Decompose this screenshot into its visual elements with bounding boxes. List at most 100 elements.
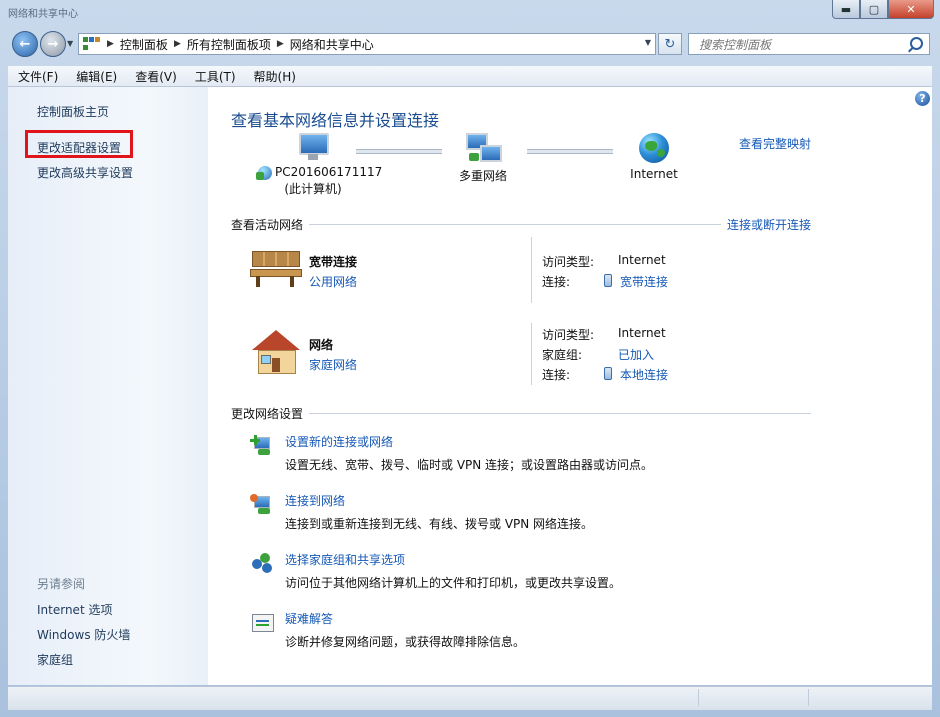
homegroup-label: 家庭组: bbox=[542, 348, 583, 362]
task-homegroup: 选择家庭组和共享选项 访问位于其他网络计算机上的文件和打印机，或更改共享设置。 bbox=[250, 551, 810, 591]
menu-edit[interactable]: 编辑(E) bbox=[66, 68, 125, 85]
divider bbox=[309, 413, 811, 414]
map-connector-line bbox=[527, 149, 613, 154]
active-networks-header: 查看活动网络 连接或断开连接 bbox=[231, 216, 811, 233]
recent-pages-dropdown-icon[interactable]: ▼ bbox=[67, 39, 73, 48]
menu-view[interactable]: 查看(V) bbox=[125, 68, 185, 85]
chevron-right-icon[interactable]: ▶ bbox=[277, 39, 284, 49]
see-also-windows-firewall[interactable]: Windows 防火墙 bbox=[37, 626, 130, 643]
help-icon[interactable]: ? bbox=[915, 91, 930, 106]
task-new-connection-link[interactable]: 设置新的连接或网络 bbox=[285, 433, 393, 450]
breadcrumb-network-center[interactable]: 网络和共享中心 bbox=[290, 36, 374, 53]
refresh-button[interactable]: ↻ bbox=[658, 33, 682, 55]
connection-label: 连接: bbox=[542, 275, 571, 289]
window-title: 网络和共享中心 bbox=[8, 9, 78, 20]
task-connect-network-link[interactable]: 连接到网络 bbox=[285, 492, 345, 509]
network-map-multiple-networks[interactable]: 多重网络 bbox=[443, 133, 523, 184]
bench-icon bbox=[250, 249, 302, 289]
divider bbox=[698, 689, 699, 706]
control-panel-icon bbox=[83, 37, 101, 51]
task-connect-network: 连接到网络 连接到或重新连接到无线、有线、拨号或 VPN 网络连接。 bbox=[250, 492, 810, 532]
network-type-public-link[interactable]: 公用网络 bbox=[309, 273, 357, 290]
connection-icon bbox=[604, 274, 612, 287]
network-map-internet[interactable]: Internet bbox=[614, 133, 694, 181]
menu-help[interactable]: 帮助(H) bbox=[244, 68, 304, 85]
network-map-computer[interactable]: PC201606171117 (此计算机) bbox=[256, 133, 382, 197]
chevron-right-icon[interactable]: ▶ bbox=[174, 39, 181, 49]
broadband-connection-link[interactable]: 宽带连接 bbox=[604, 273, 668, 290]
see-also-internet-options[interactable]: Internet 选项 bbox=[37, 601, 112, 618]
divider bbox=[531, 237, 532, 303]
house-icon bbox=[252, 330, 300, 374]
network-type-home-link[interactable]: 家庭网络 bbox=[309, 356, 357, 373]
sidebar-item-advanced-sharing[interactable]: 更改高级共享设置 bbox=[37, 164, 133, 181]
connection-label: 连接: bbox=[542, 368, 571, 382]
access-type-label: 访问类型: bbox=[542, 255, 595, 269]
homegroup-joined-link[interactable]: 已加入 bbox=[618, 346, 654, 363]
maximize-button[interactable]: ▢ bbox=[860, 0, 888, 19]
minimize-button[interactable]: ▬ bbox=[832, 0, 860, 19]
status-bar bbox=[8, 686, 932, 710]
computer-icon bbox=[297, 133, 329, 161]
menu-file[interactable]: 文件(F) bbox=[8, 68, 66, 85]
address-dropdown-icon[interactable]: ▼ bbox=[645, 38, 651, 47]
network-name-broadband: 宽带连接 bbox=[309, 255, 358, 269]
close-button[interactable]: ✕ bbox=[888, 0, 934, 19]
divider bbox=[309, 224, 721, 225]
search-box[interactable] bbox=[688, 33, 930, 55]
change-settings-header: 更改网络设置 bbox=[231, 405, 811, 422]
local-connection-link[interactable]: 本地连接 bbox=[604, 366, 668, 383]
homegroup-icon bbox=[250, 553, 274, 575]
task-connect-network-desc: 连接到或重新连接到无线、有线、拨号或 VPN 网络连接。 bbox=[285, 517, 594, 531]
window-controls: ▬ ▢ ✕ bbox=[832, 0, 934, 19]
chevron-right-icon[interactable]: ▶ bbox=[107, 39, 114, 49]
divider bbox=[808, 689, 809, 706]
breadcrumb-all-items[interactable]: 所有控制面板项 bbox=[187, 36, 271, 53]
multiple-networks-icon bbox=[466, 133, 502, 163]
computer-name: PC201606171117 bbox=[256, 165, 382, 180]
back-button[interactable]: ← bbox=[12, 31, 38, 57]
computer-sub-label: (此计算机) bbox=[284, 181, 342, 196]
multiple-networks-label: 多重网络 bbox=[458, 169, 507, 183]
task-new-connection: 设置新的连接或网络 设置无线、宽带、拨号、临时或 VPN 连接；或设置路由器或访… bbox=[250, 433, 810, 473]
troubleshoot-icon bbox=[250, 612, 274, 634]
see-also-homegroup[interactable]: 家庭组 bbox=[37, 651, 73, 668]
task-homegroup-link[interactable]: 选择家庭组和共享选项 bbox=[285, 551, 405, 568]
sidebar-item-control-panel-home[interactable]: 控制面板主页 bbox=[37, 103, 109, 120]
task-troubleshoot-desc: 诊断并修复网络问题，或获得故障排除信息。 bbox=[285, 635, 526, 649]
change-settings-heading: 更改网络设置 bbox=[231, 407, 304, 421]
map-connector-line bbox=[356, 149, 442, 154]
menu-bar: 文件(F) 编辑(E) 查看(V) 工具(T) 帮助(H) bbox=[8, 66, 932, 87]
search-input[interactable] bbox=[697, 35, 901, 55]
access-type-value: Internet bbox=[618, 253, 666, 267]
sidebar: 控制面板主页 更改适配器设置 更改高级共享设置 另请参阅 Internet 选项… bbox=[8, 87, 208, 685]
breadcrumb-control-panel[interactable]: 控制面板 bbox=[120, 36, 168, 53]
connect-disconnect-link[interactable]: 连接或断开连接 bbox=[727, 216, 811, 233]
new-connection-icon bbox=[250, 435, 274, 457]
connection-icon bbox=[604, 367, 612, 380]
view-full-map-link[interactable]: 查看完整映射 bbox=[739, 135, 811, 152]
forward-button[interactable]: → bbox=[40, 31, 66, 57]
content-area: 控制面板主页 更改适配器设置 更改高级共享设置 另请参阅 Internet 选项… bbox=[8, 87, 932, 685]
navigation-bar: ← → ▼ ▶ 控制面板 ▶ 所有控制面板项 ▶ 网络和共享中心 ▼ ↻ bbox=[0, 28, 940, 64]
window: 网络和共享中心 ▬ ▢ ✕ ← → ▼ ▶ 控制面板 ▶ 所有控制面板项 ▶ 网… bbox=[0, 0, 940, 717]
task-troubleshoot-link[interactable]: 疑难解答 bbox=[285, 610, 333, 627]
address-bar[interactable]: ▶ 控制面板 ▶ 所有控制面板项 ▶ 网络和共享中心 ▼ bbox=[78, 33, 656, 55]
see-also-heading: 另请参阅 bbox=[37, 577, 86, 591]
internet-label: Internet bbox=[630, 167, 678, 181]
computer-network-icon bbox=[256, 165, 272, 180]
title-bar: 网络和共享中心 ▬ ▢ ✕ bbox=[0, 0, 940, 26]
task-new-connection-desc: 设置无线、宽带、拨号、临时或 VPN 连接；或设置路由器或访问点。 bbox=[285, 458, 654, 472]
globe-icon bbox=[639, 133, 669, 163]
task-homegroup-desc: 访问位于其他网络计算机上的文件和打印机，或更改共享设置。 bbox=[285, 576, 622, 590]
menu-tools[interactable]: 工具(T) bbox=[185, 68, 244, 85]
active-networks-heading: 查看活动网络 bbox=[231, 218, 304, 232]
access-type-value: Internet bbox=[618, 326, 666, 340]
page-title: 查看基本网络信息并设置连接 bbox=[231, 111, 440, 130]
search-icon[interactable] bbox=[910, 37, 923, 50]
divider bbox=[531, 323, 532, 385]
sidebar-item-change-adapter-settings[interactable]: 更改适配器设置 bbox=[37, 139, 121, 156]
task-troubleshoot: 疑难解答 诊断并修复网络问题，或获得故障排除信息。 bbox=[250, 610, 810, 650]
access-type-label: 访问类型: bbox=[542, 328, 595, 342]
network-name-home: 网络 bbox=[309, 338, 334, 352]
